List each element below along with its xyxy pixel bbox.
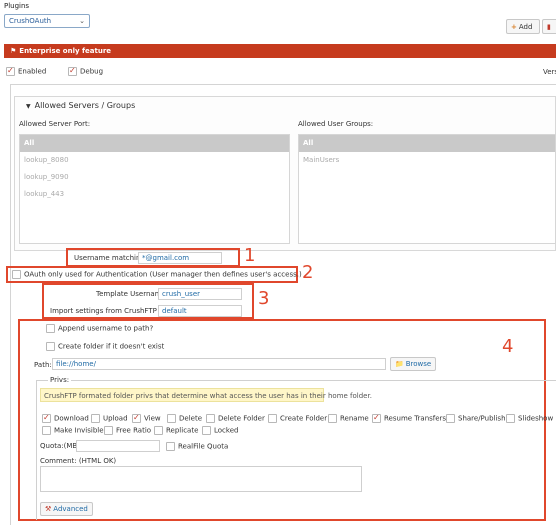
plugin-select-value: CrushOAuth: [9, 17, 52, 25]
priv-share-publish[interactable]: Share/Publish: [446, 414, 506, 423]
priv-checkbox[interactable]: [206, 414, 215, 423]
oauth-only-label: OAuth only used for Authentication (User…: [24, 270, 302, 279]
advanced-button[interactable]: ⚒ Advanced: [40, 502, 93, 516]
allowed-servers-toggle[interactable]: ▼ Allowed Servers / Groups: [26, 101, 135, 110]
comment-textarea[interactable]: [40, 466, 362, 492]
priv-checkbox[interactable]: [132, 413, 141, 423]
priv-delete[interactable]: Delete: [167, 414, 202, 423]
comment-label: Comment: (HTML OK): [40, 457, 117, 465]
privs-legend: Privs:: [48, 376, 72, 384]
list-item[interactable]: MainUsers: [299, 152, 555, 169]
realfile-quota-label: RealFile Quota: [178, 442, 229, 451]
enterprise-banner-text: Enterprise only feature: [19, 47, 112, 55]
priv-checkbox[interactable]: [372, 413, 381, 423]
priv-checkbox[interactable]: [202, 426, 211, 435]
debug-option[interactable]: Debug: [68, 66, 104, 76]
priv-make-invisible[interactable]: Make Invisible: [42, 426, 104, 435]
username-matching-label: Username matching:: [74, 254, 148, 262]
priv-checkbox[interactable]: [328, 414, 337, 423]
user-groups-list[interactable]: All MainUsers: [298, 134, 556, 244]
priv-checkbox[interactable]: [104, 426, 113, 435]
server-port-label: Allowed Server Port:: [19, 120, 91, 128]
browse-button[interactable]: 📁 Browse: [390, 357, 437, 371]
username-matching-input[interactable]: *@gmail.com: [138, 252, 222, 264]
page-title: Plugins: [4, 2, 30, 10]
priv-create-folder[interactable]: Create Folder: [268, 414, 327, 423]
priv-locked[interactable]: Locked: [202, 426, 238, 435]
priv-resume-transfers[interactable]: Resume Transfers: [372, 413, 446, 423]
list-item[interactable]: All: [20, 135, 289, 152]
user-groups-label: Allowed User Groups:: [298, 120, 374, 128]
list-item[interactable]: lookup_8080: [20, 152, 289, 169]
enterprise-banner: ⚑ Enterprise only feature: [4, 44, 556, 58]
annotation-number-1: 1: [244, 245, 256, 266]
allowed-servers-title: Allowed Servers / Groups: [34, 101, 136, 110]
priv-view[interactable]: View: [132, 413, 161, 423]
trash-icon: ▮: [547, 23, 551, 31]
quota-input[interactable]: [76, 440, 160, 452]
realfile-quota-option[interactable]: RealFile Quota: [166, 442, 228, 451]
create-folder-option[interactable]: Create folder if it doesn't exist: [46, 342, 164, 351]
list-item[interactable]: All: [299, 135, 555, 152]
priv-checkbox[interactable]: [268, 414, 277, 423]
priv-checkbox[interactable]: [42, 426, 51, 435]
version-label: Vers: [543, 68, 556, 76]
flag-icon: ⚑: [10, 47, 17, 55]
oauth-only-option[interactable]: OAuth only used for Authentication (User…: [12, 270, 302, 279]
plus-icon: +: [511, 23, 517, 31]
annotation-number-2: 2: [302, 262, 314, 283]
plugin-select[interactable]: CrushOAuth ⌄: [4, 14, 90, 28]
realfile-quota-checkbox[interactable]: [166, 442, 175, 451]
wrench-icon: ⚒: [45, 505, 52, 513]
list-item[interactable]: lookup_443: [20, 186, 289, 203]
append-username-label: Append username to path?: [58, 324, 154, 333]
list-item[interactable]: lookup_9090: [20, 169, 289, 186]
privs-note: CrushFTP formated folder privs that dete…: [40, 388, 372, 402]
annotation-number-4: 4: [502, 336, 514, 357]
priv-checkbox[interactable]: [91, 414, 100, 423]
priv-download[interactable]: Download: [42, 413, 89, 423]
create-folder-checkbox[interactable]: [46, 342, 55, 351]
debug-label: Debug: [80, 67, 104, 76]
server-port-list[interactable]: All lookup_8080 lookup_9090 lookup_443: [19, 134, 290, 244]
enabled-option[interactable]: Enabled: [6, 66, 47, 76]
create-folder-label: Create folder if it doesn't exist: [58, 342, 165, 351]
priv-slideshow[interactable]: Slideshow: [506, 414, 553, 423]
chevron-down-icon: ⌄: [79, 17, 85, 25]
priv-replicate[interactable]: Replicate: [154, 426, 198, 435]
debug-checkbox[interactable]: [68, 66, 77, 76]
path-input[interactable]: file://home/: [52, 358, 386, 370]
import-settings-input[interactable]: default: [158, 305, 242, 317]
priv-rename[interactable]: Rename: [328, 414, 369, 423]
remove-button[interactable]: ▮: [542, 19, 556, 34]
template-username-input[interactable]: crush_user: [158, 288, 242, 300]
priv-checkbox[interactable]: [154, 426, 163, 435]
annotation-number-3: 3: [258, 288, 270, 309]
priv-delete-folder[interactable]: Delete Folder: [206, 414, 265, 423]
oauth-only-checkbox[interactable]: [12, 270, 21, 279]
priv-free-ratio[interactable]: Free Ratio: [104, 426, 151, 435]
path-label: Path:: [34, 361, 52, 369]
priv-checkbox[interactable]: [446, 414, 455, 423]
collapse-triangle-icon: ▼: [26, 103, 31, 110]
enabled-label: Enabled: [18, 67, 47, 76]
priv-checkbox[interactable]: [506, 414, 515, 423]
quota-label: Quota:(MB): [40, 442, 80, 450]
priv-upload[interactable]: Upload: [91, 414, 128, 423]
append-username-option[interactable]: Append username to path?: [46, 324, 153, 333]
priv-checkbox[interactable]: [42, 413, 51, 423]
folder-icon: 📁: [395, 360, 404, 368]
append-username-checkbox[interactable]: [46, 324, 55, 333]
priv-checkbox[interactable]: [167, 414, 176, 423]
enabled-checkbox[interactable]: [6, 66, 15, 76]
add-button[interactable]: + Add: [506, 19, 540, 34]
